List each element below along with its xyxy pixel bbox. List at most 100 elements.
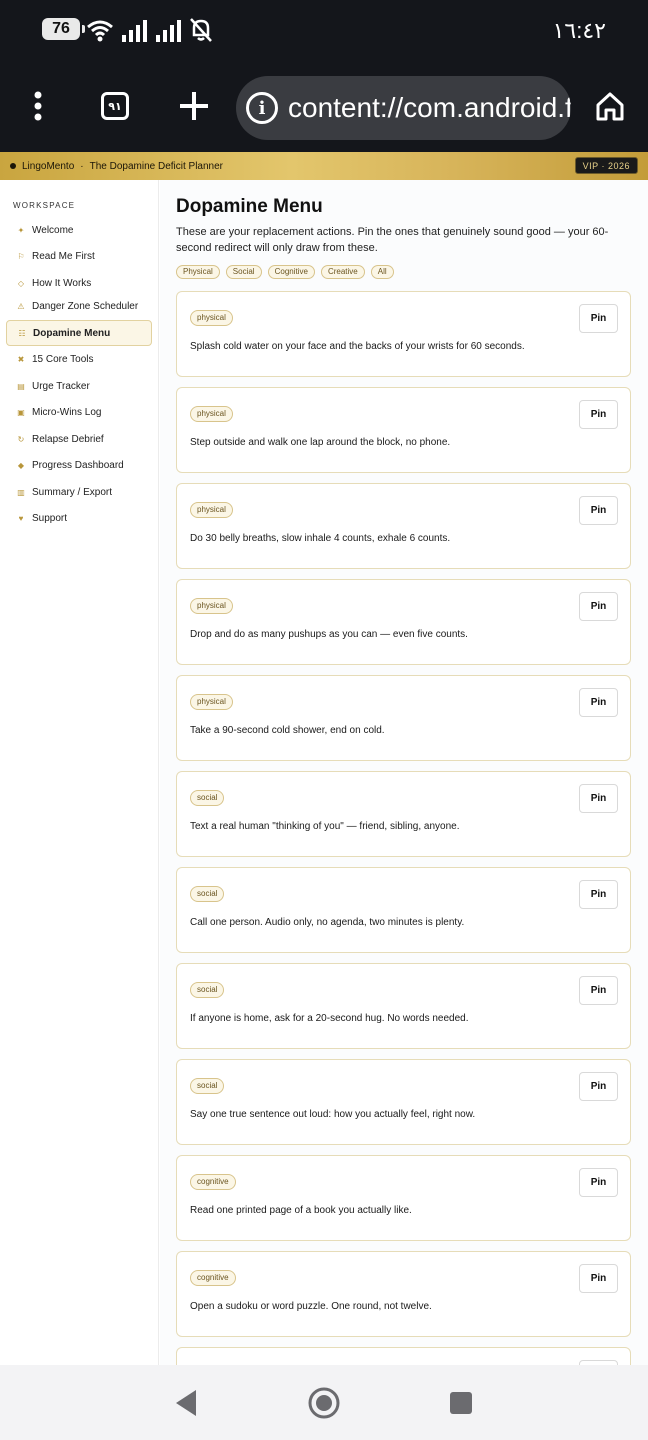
pin-button[interactable]: Pin	[579, 592, 618, 621]
action-text: Drop and do as many pushups as you can —…	[190, 629, 468, 640]
action-card: physical Take a 90-second cold shower, e…	[176, 675, 631, 761]
home-circle-icon	[308, 1387, 340, 1419]
brand-separator: ·	[80, 160, 84, 172]
filter-chip-social[interactable]: Social	[225, 265, 262, 279]
sidebar-item-danger-zone-scheduler[interactable]: ⚠ Danger Zone Scheduler	[6, 293, 152, 319]
category-tag: cognitive	[190, 1174, 236, 1190]
category-tag: physical	[190, 310, 233, 326]
signal-icon-2	[156, 20, 181, 42]
filter-chip-cognitive[interactable]: Cognitive	[267, 265, 315, 279]
sidebar-item-15-core-tools[interactable]: ✖ 15 Core Tools	[6, 346, 152, 372]
category-tag: cognitive	[190, 1270, 236, 1286]
mute-bell-icon	[190, 18, 212, 42]
action-text: Text a real human "thinking of you" — fr…	[190, 821, 460, 832]
more-menu-button[interactable]	[10, 78, 66, 134]
heart-icon: ♥	[18, 513, 24, 523]
sidebar-item-label: Micro-Wins Log	[32, 406, 102, 418]
pin-button[interactable]: Pin	[579, 304, 618, 333]
refresh-icon: ↻	[17, 434, 25, 444]
filter-chip-physical[interactable]: Physical	[176, 265, 220, 279]
home-button[interactable]	[582, 78, 638, 134]
pin-button[interactable]: Pin	[579, 400, 618, 429]
action-text: Call one person. Audio only, no agenda, …	[190, 917, 465, 928]
sidebar-item-label: Support	[32, 512, 68, 524]
action-card: cognitive Read one printed page of a boo…	[176, 1155, 631, 1241]
sidebar: WORKSPACE ✦ Welcome ⚐ Read Me First ◇ Ho…	[0, 180, 159, 1365]
status-bar: 76 ١٦:٤٢	[0, 0, 648, 60]
pin-button[interactable]: Pin	[579, 1072, 618, 1101]
action-text: Read one printed page of a book you actu…	[190, 1205, 412, 1216]
brand-name: LingoMento	[22, 160, 75, 172]
pin-button[interactable]: Pin	[579, 1168, 618, 1197]
sidebar-item-label: Dopamine Menu	[33, 327, 111, 339]
tab-switcher-button[interactable]: ٩١	[87, 78, 143, 134]
category-tag: social	[190, 886, 225, 902]
pin-button[interactable]: Pin	[579, 1264, 618, 1293]
menu-list-icon: ☷	[18, 328, 26, 338]
log-icon: ▣	[17, 407, 25, 417]
battery-indicator: 76	[42, 18, 85, 40]
sidebar-item-label: Relapse Debrief	[32, 433, 104, 445]
action-card: social Call one person. Audio only, no a…	[176, 867, 631, 953]
info-icon[interactable]: i	[246, 92, 278, 124]
sidebar-item-support[interactable]: ♥ Support	[6, 505, 152, 531]
category-tag: physical	[190, 694, 233, 710]
action-text: Step outside and walk one lap around the…	[190, 437, 451, 448]
sidebar-item-label: Welcome	[32, 224, 74, 236]
action-card: physical Drop and do as many pushups as …	[176, 579, 631, 665]
sidebar-item-label: How It Works	[32, 277, 92, 289]
action-card: social If anyone is home, ask for a 20-s…	[176, 963, 631, 1049]
new-tab-button[interactable]	[166, 78, 222, 134]
home-icon	[596, 92, 624, 121]
pin-button[interactable]: Pin	[579, 688, 618, 717]
action-card: cognitive Open a sudoku or word puzzle. …	[176, 1251, 631, 1337]
sidebar-item-urge-tracker[interactable]: ▤ Urge Tracker	[6, 373, 152, 399]
category-tag: physical	[190, 598, 233, 614]
sidebar-item-dopamine-menu[interactable]: ☷ Dopamine Menu	[6, 320, 152, 346]
tracker-icon: ▤	[17, 381, 25, 391]
action-card: social Say one true sentence out loud: h…	[176, 1059, 631, 1145]
tab-count: ٩١	[101, 92, 129, 120]
action-text: Splash cold water on your face and the b…	[190, 341, 525, 352]
pin-button[interactable]: Pin	[579, 880, 618, 909]
sidebar-item-read-me-first[interactable]: ⚐ Read Me First	[6, 243, 152, 269]
sidebar-heading: WORKSPACE	[13, 201, 76, 210]
category-tag: social	[190, 982, 225, 998]
back-triangle-icon	[176, 1390, 196, 1416]
diamond-filled-icon: ◆	[17, 460, 25, 470]
sparkle-icon: ✦	[17, 225, 25, 235]
flag-icon: ⚐	[17, 251, 25, 261]
action-text: If anyone is home, ask for a 20-second h…	[190, 1013, 469, 1024]
recents-button[interactable]	[439, 1381, 483, 1425]
category-tag: physical	[190, 502, 233, 518]
action-card: physical Do 30 belly breaths, slow inhal…	[176, 483, 631, 569]
pin-button[interactable]: Pin	[579, 976, 618, 1005]
page-title: Dopamine Menu	[176, 196, 323, 217]
action-card: physical Splash cold water on your face …	[176, 291, 631, 377]
pin-button[interactable]: Pin	[579, 496, 618, 525]
home-nav-button[interactable]	[302, 1381, 346, 1425]
pin-button[interactable]: Pin	[579, 784, 618, 813]
sidebar-item-summary-export[interactable]: ▥ Summary / Export	[6, 479, 152, 505]
action-text: Do 30 belly breaths, slow inhale 4 count…	[190, 533, 451, 544]
category-tag: social	[190, 790, 225, 806]
page-description: These are your replacement actions. Pin …	[176, 226, 609, 254]
sidebar-item-micro-wins-log[interactable]: ▣ Micro-Wins Log	[6, 399, 152, 425]
filter-chip-all[interactable]: All	[370, 265, 394, 279]
brand-dot-icon	[10, 163, 16, 169]
sidebar-item-progress-dashboard[interactable]: ◆ Progress Dashboard	[6, 452, 152, 478]
action-text: Open a sudoku or word puzzle. One round,…	[190, 1301, 432, 1312]
main-content: Dopamine Menu These are your replacement…	[160, 180, 648, 1365]
filter-chip-creative[interactable]: Creative	[320, 265, 365, 279]
sidebar-item-welcome[interactable]: ✦ Welcome	[6, 217, 152, 243]
system-nav-bar	[0, 1365, 648, 1440]
more-vertical-icon	[34, 91, 42, 121]
app-header: LingoMento · The Dopamine Deficit Planne…	[0, 152, 648, 180]
sidebar-item-relapse-debrief[interactable]: ↻ Relapse Debrief	[6, 426, 152, 452]
export-icon: ▥	[17, 487, 25, 497]
category-tag: physical	[190, 406, 233, 422]
signal-icon	[122, 20, 147, 42]
address-bar[interactable]: i content://com.android.fi	[236, 76, 571, 140]
back-button[interactable]	[164, 1381, 208, 1425]
warning-icon: ⚠	[17, 301, 25, 311]
